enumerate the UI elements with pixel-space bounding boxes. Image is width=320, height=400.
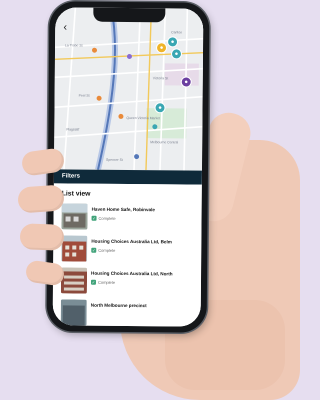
- status-text: Complete: [98, 247, 116, 253]
- map-label-peel: Peel St: [78, 93, 90, 98]
- hand-finger: [17, 184, 65, 214]
- project-pin-teal[interactable]: ●: [167, 36, 179, 48]
- back-arrow-icon[interactable]: ‹: [59, 21, 71, 33]
- status-text: Complete: [97, 279, 116, 285]
- list-item-title: Housing Choices Australia Ltd, Belm: [91, 238, 172, 245]
- map-label-spencer: Spencer St: [106, 157, 123, 162]
- poi-marker[interactable]: [152, 124, 158, 130]
- map-label-carlton: Carlton: [171, 30, 183, 35]
- check-icon: ✓: [91, 247, 97, 253]
- list-view: List view Haven Home Safe, Robinvale ✓ C…: [52, 183, 202, 327]
- list-item[interactable]: North Melbourne precinct: [60, 299, 201, 326]
- map-label-qvm: Queen Victoria Market: [126, 115, 161, 121]
- map-park: [146, 108, 187, 139]
- list-item[interactable]: Haven Home Safe, Robinvale ✓ Complete: [61, 203, 201, 234]
- list-item-title: Haven Home Safe, Robinvale: [91, 206, 155, 213]
- poi-marker[interactable]: [118, 113, 124, 119]
- list-item[interactable]: Housing Choices Australia Ltd, Belm ✓ Co…: [61, 235, 201, 266]
- map-label-flagstaff: Flagstaff: [66, 127, 80, 132]
- map-label-melb-central: Melbourne Central: [150, 140, 179, 145]
- status-row: ✓ Complete: [91, 215, 116, 221]
- project-thumbnail: [60, 299, 87, 326]
- list-view-title: List view: [61, 190, 91, 198]
- hand-finger: [19, 223, 65, 251]
- list-item-title: North Melbourne precinct: [90, 302, 147, 309]
- project-thumbnail: [60, 267, 88, 294]
- map-label-victoria: Victoria St: [152, 76, 169, 81]
- check-icon: ✓: [90, 279, 97, 285]
- status-row: ✓ Complete: [90, 279, 116, 285]
- project-thumbnail: [61, 203, 88, 230]
- list-panel: Filters List view Haven Home Safe, Robin…: [52, 165, 202, 327]
- list-item[interactable]: Housing Choices Australia Ltd, North ✓ C…: [60, 267, 201, 298]
- poi-marker[interactable]: [96, 95, 102, 101]
- check-icon: ✓: [91, 215, 97, 221]
- phone-notch: [93, 7, 166, 23]
- phone-screen: ‹ La Trobe St Victoria St Peel St Queen …: [52, 7, 204, 327]
- project-pin-yellow[interactable]: ●: [155, 42, 168, 54]
- filters-bar[interactable]: Filters: [53, 169, 202, 185]
- status-text: Complete: [98, 215, 116, 221]
- phone-device: ‹ La Trobe St Victoria St Peel St Queen …: [46, 1, 210, 333]
- project-pin-purple[interactable]: ●: [180, 76, 192, 88]
- status-row: ✓ Complete: [91, 247, 116, 253]
- poi-marker[interactable]: [91, 47, 98, 53]
- map-label-la-trobe: La Trobe St: [65, 43, 83, 48]
- project-pin-teal[interactable]: ●: [154, 102, 166, 114]
- poi-marker[interactable]: [126, 53, 132, 60]
- project-pin-teal[interactable]: ●: [170, 48, 183, 60]
- project-thumbnail: [61, 235, 88, 262]
- poi-marker[interactable]: [134, 154, 140, 160]
- list-item-title: Housing Choices Australia Ltd, North: [91, 270, 173, 277]
- map-view[interactable]: ‹ La Trobe St Victoria St Peel St Queen …: [53, 7, 204, 171]
